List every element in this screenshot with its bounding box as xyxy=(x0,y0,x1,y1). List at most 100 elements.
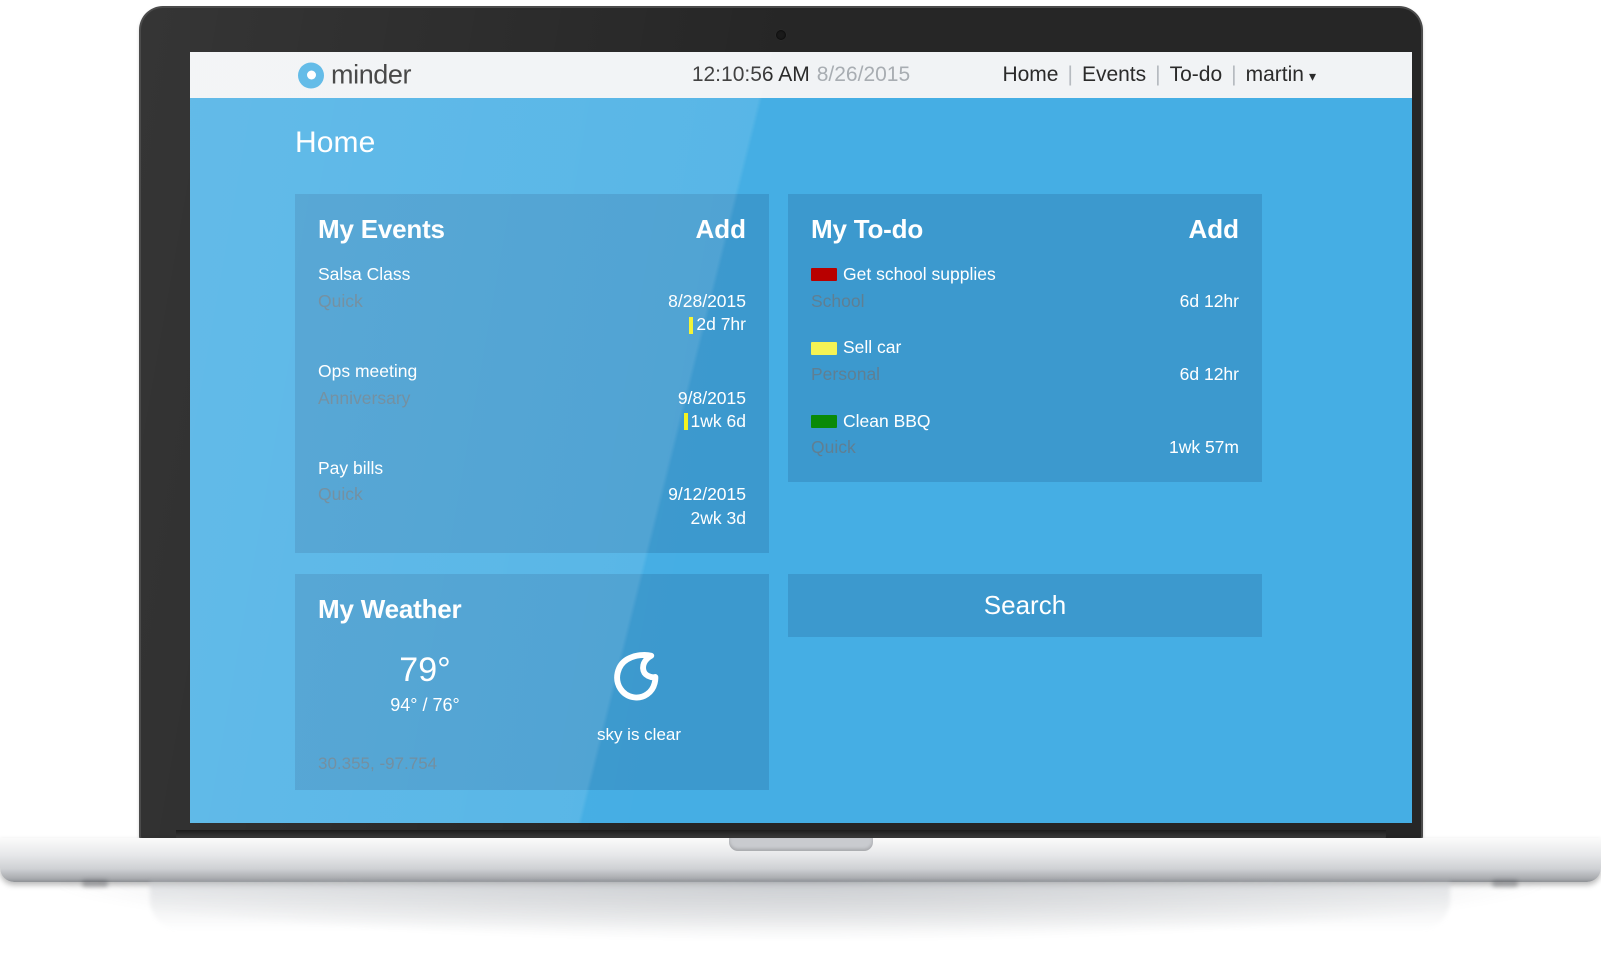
ring-dot-logo-icon xyxy=(298,62,324,88)
my-events-title: My Events xyxy=(318,214,445,244)
dashboard-grid: My Events Add Salsa Class Quick 8/28/201… xyxy=(295,194,1263,790)
todo-category: Quick xyxy=(811,437,856,458)
priority-swatch-icon xyxy=(811,414,837,428)
nav-separator: | xyxy=(1067,63,1073,86)
event-list-item[interactable]: Salsa Class Quick 8/28/2015 2d 7hr xyxy=(318,263,746,337)
add-event-button[interactable]: Add xyxy=(695,214,746,245)
page-title: Home xyxy=(295,126,376,159)
event-remaining: 2d 7hr xyxy=(668,313,746,337)
weather-current-temp: 79° xyxy=(399,650,451,689)
search-button-label: Search xyxy=(983,589,1067,620)
event-timing: 8/28/2015 2d 7hr xyxy=(668,290,746,337)
todo-detail-row: School 6d 12hr xyxy=(811,290,1239,314)
weather-body: 79° 94° / 76° sky is clear xyxy=(318,643,746,745)
clock: 12:10:56 AM 8/26/2015 xyxy=(692,63,910,87)
column-left-bottom: My Weather 79° 94° / 76° sky is clear 30… xyxy=(295,573,769,790)
todo-name: Sell car xyxy=(843,337,902,358)
todo-category: Personal xyxy=(811,363,881,384)
event-remaining-label: 2wk 3d xyxy=(690,508,746,528)
event-timing: 9/12/2015 2wk 3d xyxy=(668,483,746,530)
todo-name-row: Get school supplies xyxy=(811,263,1239,287)
dashboard-row-top: My Events Add Salsa Class Quick 8/28/201… xyxy=(295,194,1263,553)
event-detail-row: Quick 9/12/2015 2wk 3d xyxy=(318,483,746,530)
brand-name: minder xyxy=(331,59,412,90)
dashboard-row-bottom: My Weather 79° 94° / 76° sky is clear 30… xyxy=(295,573,1263,790)
crescent-moon-icon xyxy=(532,643,746,711)
nav-user-label: martin xyxy=(1245,63,1304,86)
nav-item-user-menu[interactable]: martin ▾ xyxy=(1246,63,1316,87)
event-remaining-label: 2d 7hr xyxy=(696,314,746,335)
main-nav: Home | Events | To-do | martin ▾ xyxy=(1002,63,1316,87)
event-remaining: 2wk 3d xyxy=(668,507,746,531)
nav-item-events[interactable]: Events xyxy=(1082,63,1146,87)
screen-viewport: minder 12:10:56 AM 8/26/2015 Home | Event… xyxy=(190,52,1412,823)
column-right-bottom: Search xyxy=(788,573,1262,790)
todo-list-item[interactable]: Get school supplies School 6d 12hr xyxy=(811,263,1239,313)
todo-detail-row: Personal 6d 12hr xyxy=(811,363,1239,387)
laptop-reflection xyxy=(150,882,1450,930)
todo-remaining: 6d 12hr xyxy=(1179,363,1239,384)
event-date: 9/8/2015 xyxy=(677,387,746,408)
event-category: Anniversary xyxy=(318,387,411,408)
todo-remaining: 6d 12hr xyxy=(1179,290,1239,311)
laptop-mockup: minder 12:10:56 AM 8/26/2015 Home | Event… xyxy=(0,0,1601,965)
weather-condition-text: sky is clear xyxy=(596,724,682,744)
event-remaining: 1wk 6d xyxy=(678,410,746,434)
weather-temp-range: 94° / 76° xyxy=(390,694,460,715)
event-remaining-label: 1wk 6d xyxy=(690,411,746,432)
todo-list-item[interactable]: Sell car Personal 6d 12hr xyxy=(811,336,1239,386)
chevron-down-icon: ▾ xyxy=(1308,68,1316,84)
column-left: My Events Add Salsa Class Quick 8/28/201… xyxy=(295,194,769,553)
event-list-item[interactable]: Ops meeting Anniversary 9/8/2015 1wk 6d xyxy=(318,360,746,434)
event-category: Quick xyxy=(318,290,363,311)
laptop-lid: minder 12:10:56 AM 8/26/2015 Home | Event… xyxy=(141,8,1421,840)
clock-date: 8/26/2015 xyxy=(816,63,911,86)
my-todo-card: My To-do Add Get school supplies School … xyxy=(788,194,1262,482)
add-todo-button[interactable]: Add xyxy=(1188,214,1239,245)
weather-temperature-block: 79° 94° / 76° xyxy=(318,643,532,716)
event-date: 8/28/2015 xyxy=(668,290,746,311)
my-weather-title: My Weather xyxy=(318,593,462,624)
event-date: 9/12/2015 xyxy=(668,484,746,505)
event-name: Salsa Class xyxy=(318,264,411,284)
weather-coordinates: 30.355, -97.754 xyxy=(318,753,438,773)
event-name: Pay bills xyxy=(318,457,384,478)
nav-separator: | xyxy=(1155,63,1161,86)
todo-name: Clean BBQ xyxy=(843,410,931,431)
todo-list-item[interactable]: Clean BBQ Quick 1wk 57m xyxy=(811,410,1239,460)
remaining-indicator-bar xyxy=(689,316,694,334)
webcam xyxy=(776,30,786,40)
page-body: Home My Events Add Salsa Class Quick 8/2… xyxy=(190,98,1412,823)
priority-swatch-icon xyxy=(811,341,837,355)
laptop-base-notch xyxy=(728,838,873,851)
weather-condition-block: sky is clear xyxy=(532,643,746,745)
card-header: My Weather xyxy=(318,594,746,625)
todo-name-row: Clean BBQ xyxy=(811,410,1239,434)
nav-item-todo[interactable]: To-do xyxy=(1170,63,1223,87)
priority-swatch-icon xyxy=(811,268,837,282)
event-name: Ops meeting xyxy=(318,360,418,381)
nav-item-home[interactable]: Home xyxy=(1002,63,1058,87)
brand-logo[interactable]: minder xyxy=(298,59,412,91)
todo-detail-row: Quick 1wk 57m xyxy=(811,436,1239,460)
column-right: My To-do Add Get school supplies School … xyxy=(788,194,1262,553)
todo-name: Get school supplies xyxy=(843,264,996,284)
app-topbar: minder 12:10:56 AM 8/26/2015 Home | Event… xyxy=(190,52,1412,99)
my-todo-title: My To-do xyxy=(811,214,923,244)
event-list-item[interactable]: Pay bills Quick 9/12/2015 2wk 3d xyxy=(318,457,746,531)
nav-separator: | xyxy=(1231,63,1237,86)
search-button[interactable]: Search xyxy=(788,573,1262,637)
row-spacer xyxy=(295,553,1263,574)
my-events-card: My Events Add Salsa Class Quick 8/28/201… xyxy=(295,194,769,553)
todo-remaining: 1wk 57m xyxy=(1168,437,1239,458)
todo-name-row: Sell car xyxy=(811,336,1239,360)
event-timing: 9/8/2015 1wk 6d xyxy=(678,387,746,434)
card-header: My Events Add xyxy=(318,214,746,245)
event-detail-row: Anniversary 9/8/2015 1wk 6d xyxy=(318,387,746,434)
event-category: Quick xyxy=(318,484,363,505)
my-weather-card: My Weather 79° 94° / 76° sky is clear 30… xyxy=(295,573,769,790)
event-detail-row: Quick 8/28/2015 2d 7hr xyxy=(318,290,746,337)
card-header: My To-do Add xyxy=(811,214,1239,245)
clock-time: 12:10:56 AM xyxy=(691,63,810,86)
todo-category: School xyxy=(811,290,865,311)
